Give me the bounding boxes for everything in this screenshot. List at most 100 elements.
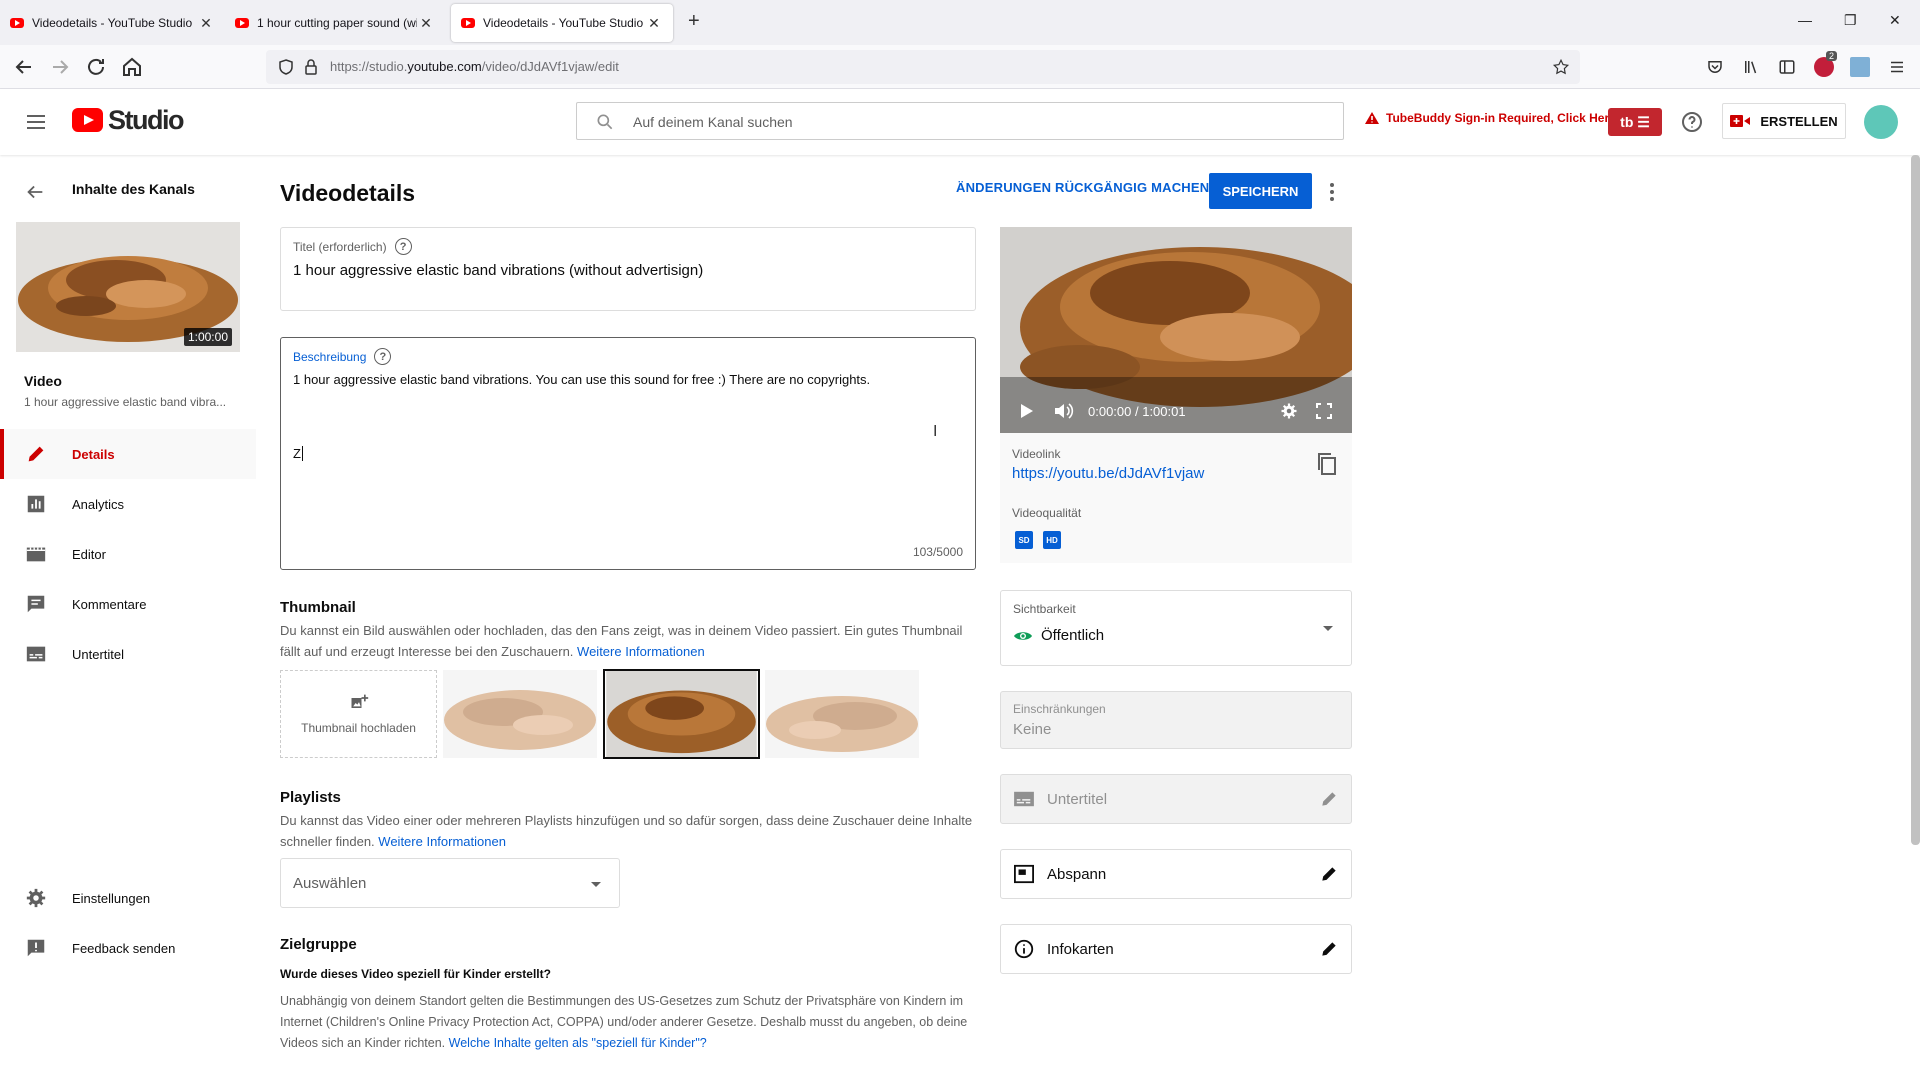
- help-icon[interactable]: [1680, 110, 1704, 134]
- search-icon: [597, 114, 613, 130]
- restrictions-value: Keine: [1013, 721, 1052, 738]
- description-field[interactable]: Beschreibung ? 1 hour aggressive elastic…: [280, 337, 976, 570]
- new-tab-button[interactable]: +: [688, 10, 700, 33]
- title-input[interactable]: 1 hour aggressive elastic band vibration…: [293, 262, 703, 279]
- settings-gear-icon[interactable]: [1280, 402, 1298, 420]
- add-photo-icon: [351, 694, 368, 708]
- audience-description: Unabhängig von deinem Standort gelten di…: [280, 994, 968, 1050]
- tab-label: 1 hour cutting paper sound (wit: [257, 16, 417, 30]
- edit-pencil-icon[interactable]: [1319, 864, 1339, 884]
- tab-close-icon[interactable]: ✕: [645, 15, 663, 32]
- edit-pencil-icon[interactable]: [1319, 939, 1339, 959]
- home-icon[interactable]: [120, 55, 144, 79]
- browser-tab[interactable]: 1 hour cutting paper sound (wit ✕: [225, 4, 445, 42]
- sidebar-toggle-icon[interactable]: [1778, 58, 1796, 76]
- lock-icon[interactable]: [304, 59, 318, 75]
- tab-close-icon[interactable]: ✕: [417, 15, 435, 32]
- channel-content-link[interactable]: Inhalte des Kanals: [72, 181, 195, 197]
- player-controls: 0:00:00 / 1:00:01: [1000, 389, 1352, 433]
- channel-search-input[interactable]: Auf deinem Kanal suchen: [576, 102, 1344, 140]
- sidebar-item-details[interactable]: Details: [0, 429, 256, 479]
- play-icon[interactable]: [1020, 403, 1034, 419]
- more-info-link[interactable]: Weitere Informationen: [378, 834, 506, 849]
- rubber-bands-image: [765, 670, 919, 758]
- minimize-icon[interactable]: —: [1798, 12, 1812, 28]
- restrictions-field: Einschränkungen Keine: [1000, 691, 1352, 749]
- sd-badge: SD: [1015, 531, 1033, 549]
- sidebar-item-feedback[interactable]: Feedback senden: [0, 923, 256, 973]
- sidebar: Inhalte des Kanals 1:00:00 Video 1 hour …: [0, 155, 256, 1080]
- studio-logo-text[interactable]: Studio: [108, 105, 184, 136]
- help-icon[interactable]: ?: [394, 238, 412, 255]
- save-button[interactable]: SPEICHERN: [1209, 173, 1312, 209]
- tubebuddy-menu-button[interactable]: tb ☰: [1608, 108, 1662, 136]
- subtitles-label: Untertitel: [1047, 790, 1108, 808]
- hamburger-menu-icon[interactable]: [24, 110, 48, 134]
- copy-icon[interactable]: [1316, 452, 1338, 476]
- account-avatar[interactable]: [1864, 105, 1898, 139]
- browser-tab[interactable]: Videodetails - YouTube Studio ✕: [0, 4, 225, 42]
- browser-tab-active[interactable]: Videodetails - YouTube Studio ✕: [451, 4, 673, 42]
- thumbnail-option-3[interactable]: [765, 670, 919, 758]
- sidebar-item-label: Untertitel: [72, 646, 125, 662]
- volume-icon[interactable]: [1054, 402, 1074, 420]
- window-close-icon[interactable]: ✕: [1889, 12, 1901, 29]
- video-player[interactable]: 0:00:00 / 1:00:01: [1000, 227, 1352, 433]
- library-icon[interactable]: [1742, 58, 1760, 76]
- visibility-select[interactable]: Sichtbarkeit Öffentlich: [1000, 590, 1352, 666]
- warning-icon: [1365, 112, 1379, 124]
- back-arrow-icon[interactable]: [12, 55, 36, 79]
- audience-heading: Zielgruppe: [280, 936, 357, 953]
- endscreen-row[interactable]: Abspann: [1000, 849, 1352, 899]
- sidebar-item-settings[interactable]: Einstellungen: [0, 873, 256, 923]
- bookmark-star-icon[interactable]: [1552, 58, 1570, 76]
- thumbnail-option-2-selected[interactable]: [603, 669, 760, 759]
- playlist-select[interactable]: Auswählen: [280, 858, 620, 908]
- sidebar-item-editor[interactable]: Editor: [0, 529, 256, 579]
- thumbnail-upload-button[interactable]: Thumbnail hochladen: [280, 670, 437, 758]
- extension-icon[interactable]: [1850, 57, 1870, 77]
- tubebuddy-warning-link[interactable]: TubeBuddy Sign-in Required, Click Here: [1364, 111, 1616, 125]
- reload-icon[interactable]: [84, 55, 108, 79]
- description-line-1[interactable]: 1 hour aggressive elastic band vibration…: [293, 372, 870, 387]
- hamburger-menu-icon[interactable]: [1888, 58, 1906, 76]
- playlist-select-value: Auswählen: [293, 875, 367, 892]
- hd-badge: HD: [1043, 531, 1061, 549]
- more-info-link[interactable]: Weitere Informationen: [577, 644, 705, 659]
- title-field[interactable]: Titel (erforderlich) ? 1 hour aggressive…: [280, 227, 976, 311]
- search-placeholder: Auf deinem Kanal suchen: [633, 114, 793, 130]
- back-arrow-icon[interactable]: [24, 181, 46, 203]
- page-scrollbar[interactable]: [1911, 155, 1920, 845]
- sidebar-item-subtitles[interactable]: Untertitel: [0, 629, 256, 679]
- sidebar-item-label: Details: [72, 446, 115, 462]
- url-bar[interactable]: https://studio.youtube.com/video/dJdAVf1…: [266, 50, 1580, 84]
- description-line-2[interactable]: Z: [293, 446, 303, 461]
- shield-icon[interactable]: [278, 59, 294, 75]
- forward-arrow-icon[interactable]: [48, 55, 72, 79]
- undo-changes-button[interactable]: ÄNDERUNGEN RÜCKGÄNGIG MACHEN: [956, 180, 1209, 195]
- extension-badge: 2: [1826, 51, 1838, 61]
- made-for-kids-link[interactable]: Welche Inhalte gelten als "speziell für …: [449, 1036, 707, 1050]
- sidebar-item-comments[interactable]: Kommentare: [0, 579, 256, 629]
- thumbnail-description: Du kannst ein Bild auswählen oder hochla…: [280, 623, 963, 659]
- restore-icon[interactable]: ❐: [1844, 12, 1857, 29]
- endscreen-icon: [1014, 864, 1034, 884]
- comment-icon: [27, 595, 45, 613]
- gear-icon: [26, 888, 46, 908]
- edit-pencil-icon[interactable]: [1319, 789, 1339, 809]
- tab-close-icon[interactable]: ✕: [197, 15, 215, 32]
- pocket-icon[interactable]: [1706, 58, 1724, 76]
- create-button[interactable]: ERSTELLEN: [1722, 103, 1846, 139]
- fullscreen-icon[interactable]: [1316, 403, 1332, 419]
- help-icon[interactable]: ?: [374, 348, 392, 365]
- video-thumbnail[interactable]: 1:00:00: [16, 222, 240, 352]
- subtitles-row[interactable]: Untertitel: [1000, 774, 1352, 824]
- more-vert-icon[interactable]: [1322, 180, 1342, 204]
- youtube-logo-icon[interactable]: [72, 108, 103, 132]
- infocards-row[interactable]: Infokarten: [1000, 924, 1352, 974]
- sidebar-item-label: Editor: [72, 546, 106, 562]
- thumbnail-option-1[interactable]: [443, 670, 597, 758]
- video-link[interactable]: https://youtu.be/dJdAVf1vjaw: [1012, 465, 1204, 482]
- sidebar-item-analytics[interactable]: Analytics: [0, 479, 256, 529]
- character-counter: 103/5000: [912, 545, 963, 559]
